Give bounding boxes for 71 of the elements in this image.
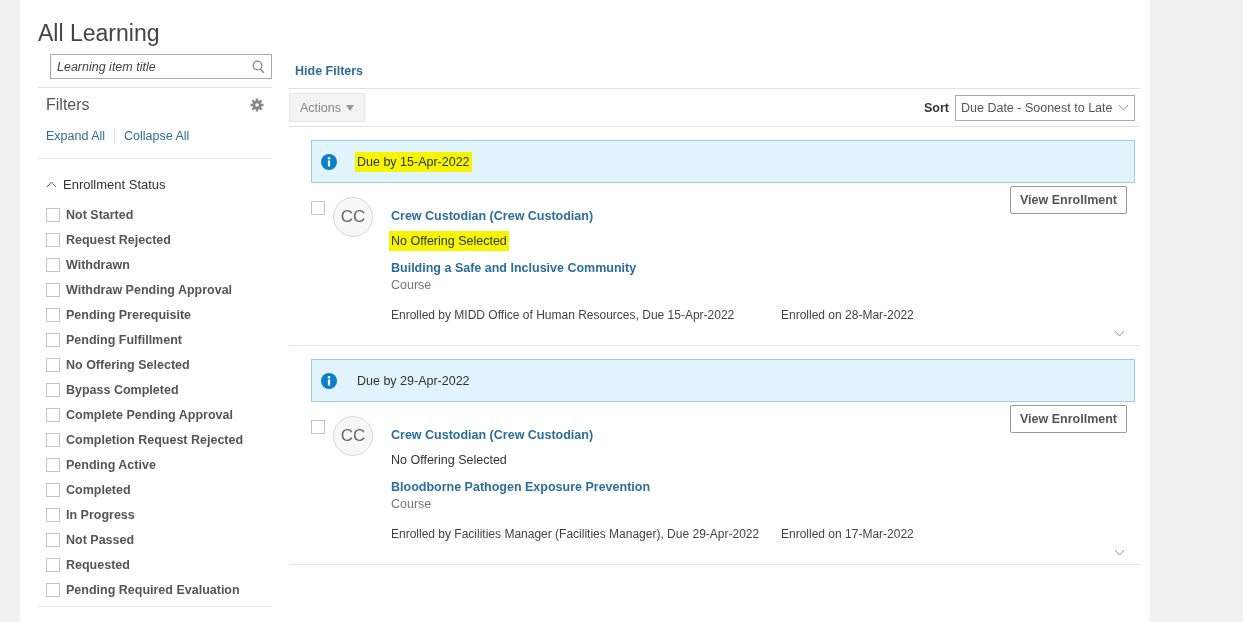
enrolled-by-text: Enrolled by MIDD Office of Human Resources, Due 15-Apr-2022 bbox=[391, 307, 736, 324]
view-enrollment-button[interactable]: View Enrollment bbox=[1010, 405, 1127, 433]
option-label: In Progress bbox=[66, 507, 135, 522]
hide-filters-link[interactable]: Hide Filters bbox=[295, 64, 364, 78]
checkbox[interactable] bbox=[46, 232, 60, 247]
option-label: Not Started bbox=[66, 207, 134, 222]
avatar: CC bbox=[333, 416, 373, 456]
checkbox[interactable] bbox=[46, 532, 60, 547]
due-date: Due by 29-Apr-2022 bbox=[356, 372, 471, 390]
course-title-link[interactable]: Building a Safe and Inclusive Community bbox=[391, 261, 637, 275]
option-label: Pending Prerequisite bbox=[66, 307, 192, 322]
page-title: All Learning bbox=[38, 19, 161, 48]
checkbox[interactable] bbox=[46, 457, 60, 472]
item-type: Course bbox=[391, 278, 432, 292]
assignee-link[interactable]: Crew Custodian (Crew Custodian) bbox=[391, 209, 594, 223]
info-icon bbox=[321, 153, 337, 170]
due-date: Due by 15-Apr-2022 bbox=[355, 151, 472, 172]
option-label: Not Passed bbox=[66, 532, 135, 547]
sort-label: Sort bbox=[924, 100, 949, 115]
sort-dropdown[interactable]: Due Date - Soonest to Late bbox=[955, 94, 1135, 121]
checkbox[interactable] bbox=[46, 507, 60, 522]
info-icon bbox=[321, 372, 337, 389]
status-text: No Offering Selected bbox=[389, 231, 509, 251]
chevron-icon[interactable] bbox=[1118, 104, 1129, 111]
option-label: Pending Active bbox=[66, 457, 156, 472]
option-label: Request Rejected bbox=[66, 232, 171, 247]
chevron-icon[interactable] bbox=[1114, 330, 1125, 337]
enrolled-on-text: Enrolled on 28-Mar-2022 bbox=[781, 307, 914, 324]
filters-title: Filters bbox=[46, 96, 90, 114]
checkbox[interactable] bbox=[46, 282, 60, 297]
checkbox[interactable] bbox=[46, 582, 60, 597]
assignee-link[interactable]: Crew Custodian (Crew Custodian) bbox=[391, 428, 594, 442]
caret-icon bbox=[346, 104, 354, 111]
option-label: Completion Request Rejected bbox=[66, 432, 244, 447]
checkbox[interactable] bbox=[46, 407, 60, 422]
search-field[interactable]: Learning item title bbox=[50, 54, 272, 79]
checkbox[interactable] bbox=[46, 307, 60, 322]
option-label: Pending Fulfillment bbox=[66, 332, 182, 347]
expand-all-link[interactable]: Expand All bbox=[46, 129, 106, 143]
checkbox[interactable] bbox=[46, 557, 60, 572]
checkbox[interactable] bbox=[46, 332, 60, 347]
checkbox[interactable] bbox=[311, 201, 325, 215]
settings-icon[interactable] bbox=[250, 98, 264, 112]
option-label: Requested bbox=[66, 557, 130, 572]
enrolled-on-text: Enrolled on 17-Mar-2022 bbox=[781, 526, 914, 543]
section-header[interactable]: Enrollment Status bbox=[46, 177, 166, 192]
option-label: Pending Required Evaluation bbox=[66, 582, 240, 597]
search-icon[interactable] bbox=[252, 60, 265, 74]
checkbox[interactable] bbox=[46, 257, 60, 272]
course-title-link[interactable]: Bloodborne Pathogen Exposure Prevention bbox=[391, 480, 651, 494]
option-label: Completed bbox=[66, 482, 131, 497]
chevron-icon[interactable] bbox=[46, 181, 57, 188]
option-label: Bypass Completed bbox=[66, 382, 179, 397]
status-text: No Offering Selected bbox=[390, 452, 508, 469]
option-label: Complete Pending Approval bbox=[66, 407, 233, 422]
option-label: Withdraw Pending Approval bbox=[66, 282, 233, 297]
checkbox[interactable] bbox=[311, 420, 325, 434]
enrolled-by-text: Enrolled by Facilities Manager (Facilities Manager), Due 29-Apr-2022 bbox=[391, 526, 761, 543]
option-label: Withdrawn bbox=[66, 257, 130, 272]
avatar: CC bbox=[333, 197, 373, 237]
checkbox[interactable] bbox=[46, 432, 60, 447]
option-label: No Offering Selected bbox=[66, 357, 190, 372]
chevron-icon[interactable] bbox=[1114, 549, 1125, 556]
view-enrollment-button[interactable]: View Enrollment bbox=[1010, 186, 1127, 214]
actions-button[interactable]: Actions bbox=[289, 93, 365, 122]
item-type: Course bbox=[391, 497, 432, 511]
collapse-all-link[interactable]: Collapse All bbox=[124, 129, 190, 143]
checkbox[interactable] bbox=[46, 357, 60, 372]
checkbox[interactable] bbox=[46, 382, 60, 397]
checkbox[interactable] bbox=[46, 207, 60, 222]
checkbox[interactable] bbox=[46, 482, 60, 497]
